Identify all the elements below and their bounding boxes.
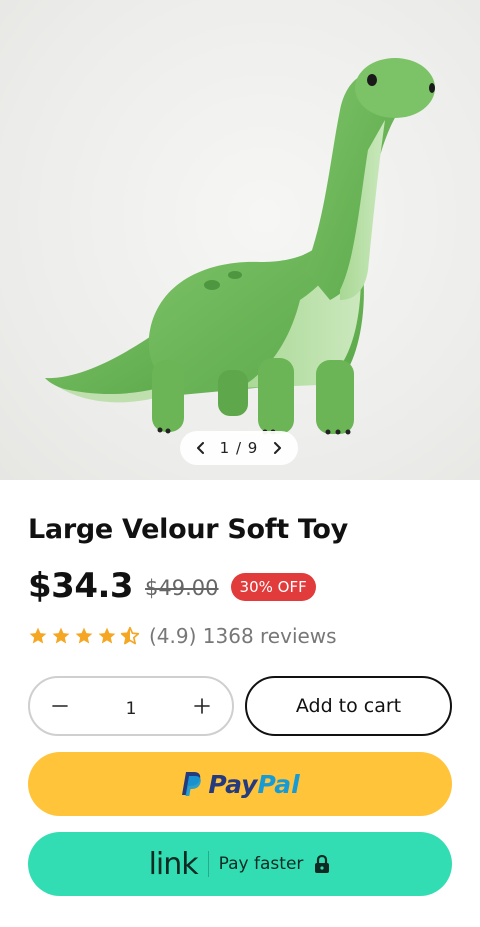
lock-icon [315,854,330,873]
original-price: $49.00 [145,576,219,600]
discount-badge: 30% OFF [230,573,316,601]
link-wordmark: link [148,846,199,882]
add-to-cart-button[interactable]: Add to cart [245,676,452,736]
dinosaur-plush-image [45,58,435,435]
chevron-right-icon[interactable] [270,441,284,455]
product-image[interactable]: 1 / 9 [0,0,480,480]
current-price: $34.3 [28,566,134,606]
star-full-icon [75,627,93,644]
product-title: Large Velour Soft Toy [28,514,348,545]
minus-icon[interactable] [48,694,72,718]
link-pay-button[interactable]: link Pay faster [28,832,452,896]
star-full-icon [29,627,47,644]
paypal-button[interactable]: PayPal [28,752,452,816]
pay-faster-label: Pay faster [218,854,304,874]
quantity-value[interactable]: 1 [126,699,137,719]
image-pager: 1 / 9 [180,431,298,465]
price-row: $34.3 $49.00 30% OFF [28,566,316,606]
chevron-left-icon[interactable] [194,441,208,455]
star-full-icon [98,627,116,644]
quantity-stepper: 1 [28,676,234,736]
image-counter: 1 / 9 [219,439,259,457]
paypal-wordmark: PayPal [208,769,300,799]
paypal-logo-icon [180,771,202,797]
plus-icon[interactable] [190,694,214,718]
star-rating [28,626,143,646]
rating-row[interactable]: (4.9) 1368 reviews [28,624,337,648]
divider [207,851,209,877]
star-half-icon [120,626,140,645]
rating-summary[interactable]: (4.9) 1368 reviews [149,624,337,648]
star-full-icon [52,627,70,644]
